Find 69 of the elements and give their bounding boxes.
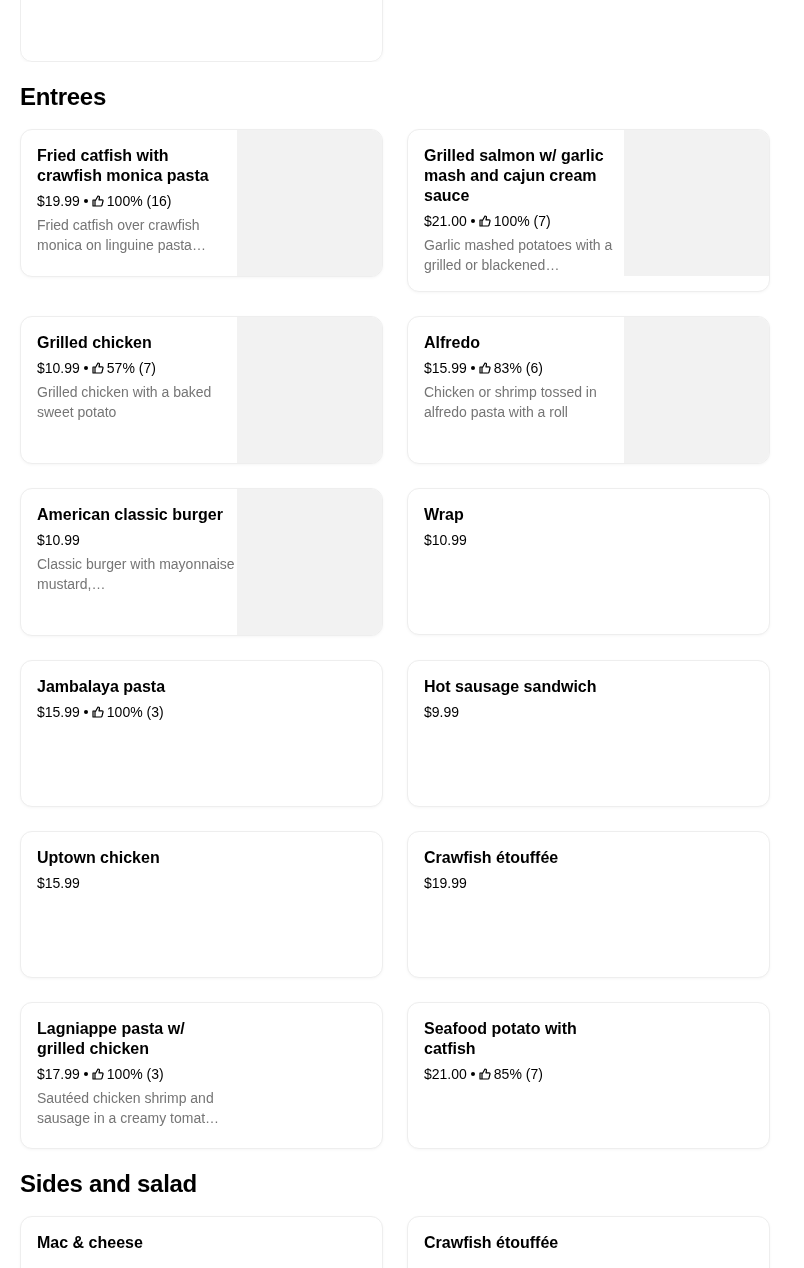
thumbs-up-icon [478,362,491,374]
menu-item-card[interactable]: Lagniappe pasta w/ grilled chicken $17.99 100% (3) Sautéed chicken shrimp and sausage in a creamy tomat… [20,1002,383,1149]
item-price: $19.99 [37,193,80,209]
item-price: $19.99 [424,875,467,891]
menu-item-card[interactable]: Seafood potato with catfish $21.00 85% (7) [407,1002,770,1149]
item-price: $10.99 [424,532,467,548]
item-name: Mac & cheese [37,1233,144,1253]
item-rating: 100% (3) [106,1066,164,1082]
item-name: Lagniappe pasta w/ grilled chicken [37,1019,186,1059]
separator-dot [83,199,88,203]
separator-dot [470,1072,475,1076]
item-price: $17.99 [37,1066,80,1082]
separator-dot [470,219,475,223]
item-description: Garlic mashed potatoes with a grilled or blackened… [424,236,614,275]
separator-dot [83,1072,88,1076]
item-name: Wrap [424,505,465,525]
thumbs-up-icon [91,1068,104,1080]
item-price: $15.99 [37,704,80,720]
item-price: $10.99 [37,360,80,376]
item-price: $15.99 [37,875,80,891]
item-price: $21.00 [424,213,467,229]
thumbs-up-icon [478,215,491,227]
item-description: Classic burger with mayonnaise mustard,… [37,555,236,594]
item-name: Crawfish étouffée [424,1233,560,1253]
separator-dot [83,710,88,714]
item-name: Grilled chicken [37,333,153,353]
item-name: Alfredo [424,333,481,353]
menu-item-card[interactable]: Fried catfish with crawfish monica pasta $19.99 100% (16) Fried catfish over crawfish monica on linguine pasta… [20,129,383,277]
menu-item-card[interactable]: Mac & cheese [20,1216,383,1268]
item-name: Uptown chicken [37,848,161,868]
menu-item-card[interactable]: Crawfish étouffée [407,1216,770,1268]
item-name: Fried catfish with crawfish monica pasta [37,146,210,186]
item-name: Crawfish étouffée [424,848,560,868]
thumbs-up-icon [478,1068,491,1080]
item-description: Grilled chicken with a baked sweet potato [37,383,213,422]
separator-dot [83,366,88,370]
item-rating: 83% (6) [493,360,543,376]
thumbs-up-icon [91,362,104,374]
menu-item-card[interactable]: Grilled salmon w/ garlic mash and cajun cream sauce $21.00 100% (7) Garlic mashed potatoes with a grilled or blackened… [407,129,770,292]
item-rating: 100% (16) [106,193,172,209]
section-heading: Sides and salad [20,1169,198,1199]
item-rating: 57% (7) [106,360,156,376]
thumbs-up-icon [91,706,104,718]
menu-item-card[interactable]: Grilled chicken $10.99 57% (7) Grilled chicken with a baked sweet potato [20,316,383,464]
item-name: American classic burger [37,505,224,525]
menu-item-card[interactable]: Hot sausage sandwich $9.99 [407,660,770,807]
menu-item-card[interactable]: Alfredo $15.99 83% (6) Chicken or shrimp tossed in alfredo pasta with a roll [407,316,770,464]
item-price: $10.99 [37,532,80,548]
item-price: $15.99 [424,360,467,376]
item-rating: 85% (7) [493,1066,543,1082]
menu-item-card[interactable]: Crawfish étouffée $19.99 [407,831,770,978]
item-rating: 100% (3) [106,704,164,720]
menu-item-card[interactable]: Wrap $10.99 [407,488,770,635]
section-heading: Entrees [20,82,107,112]
thumbs-up-icon [91,195,104,207]
item-name: Jambalaya pasta [37,677,167,697]
item-description: Sautéed chicken shrimp and sausage in a creamy tomat… [37,1089,221,1128]
separator-dot [470,366,475,370]
item-description: Chicken or shrimp tossed in alfredo pasta with a roll [424,383,598,422]
menu-item-card[interactable]: Uptown chicken $15.99 [20,831,383,978]
item-name: Hot sausage sandwich [424,677,598,697]
item-description: Fried catfish over crawfish monica on linguine pasta… [37,216,207,255]
menu-item-card[interactable]: American classic burger $10.99 Classic burger with mayonnaise mustard,… [20,488,383,636]
item-name: Grilled salmon w/ garlic mash and cajun cream sauce [424,146,605,206]
item-name: Seafood potato with catfish [424,1019,578,1059]
item-price: $21.00 [424,1066,467,1082]
item-rating: 100% (7) [493,213,551,229]
menu-item-card[interactable]: Jambalaya pasta $15.99 100% (3) [20,660,383,807]
item-price: $9.99 [424,704,460,720]
